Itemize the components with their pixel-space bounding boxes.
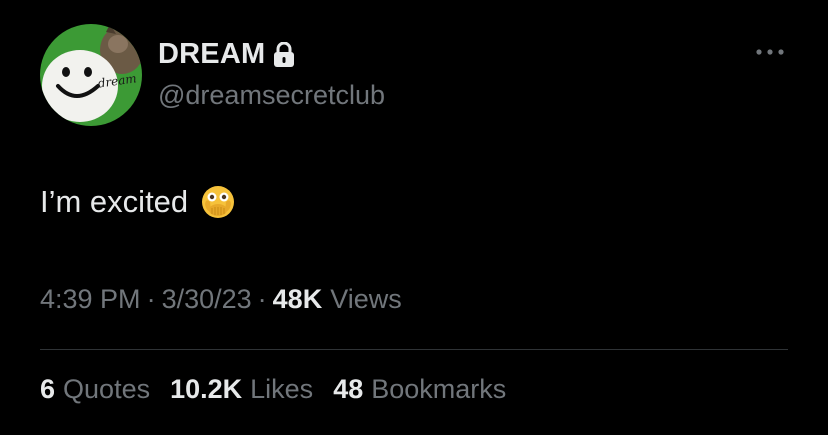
quotes-count: 6: [40, 374, 56, 404]
quotes-label: Quotes: [63, 374, 151, 404]
meta-separator: ·: [146, 284, 156, 314]
tweet-body: I’m excited: [40, 184, 189, 219]
tweet-meta: 4:39 PM · 3/30/23 · 48K Views: [40, 284, 402, 315]
engagement-stats: 6 Quotes 10.2K Likes 48 Bookmarks: [40, 374, 526, 405]
face-with-open-eyes-and-hand-over-mouth-icon: [200, 184, 236, 220]
meta-separator: ·: [257, 284, 267, 314]
tweet-time[interactable]: 4:39 PM: [40, 284, 141, 315]
divider: [40, 349, 788, 350]
likes-stat[interactable]: 10.2K Likes: [170, 374, 313, 405]
quotes-stat[interactable]: 6 Quotes: [40, 374, 150, 405]
author-name-row: DREAM: [158, 36, 295, 72]
tweet-text: I’m excited: [40, 184, 236, 220]
tweet-date[interactable]: 3/30/23: [162, 284, 252, 315]
display-name[interactable]: DREAM: [158, 38, 265, 71]
bookmarks-stat[interactable]: 48 Bookmarks: [333, 374, 506, 405]
likes-count: 10.2K: [170, 374, 243, 404]
more-options-button[interactable]: [752, 40, 788, 64]
bookmarks-label: Bookmarks: [371, 374, 507, 404]
more-icon: [755, 43, 785, 61]
bookmarks-count: 48: [333, 374, 364, 404]
views-count: 48K: [272, 284, 323, 314]
views-label: Views: [330, 284, 402, 314]
author-handle[interactable]: @dreamsecretclub: [158, 80, 385, 111]
lock-icon: [273, 42, 295, 68]
avatar[interactable]: dream: [40, 24, 142, 126]
likes-label: Likes: [250, 374, 314, 404]
